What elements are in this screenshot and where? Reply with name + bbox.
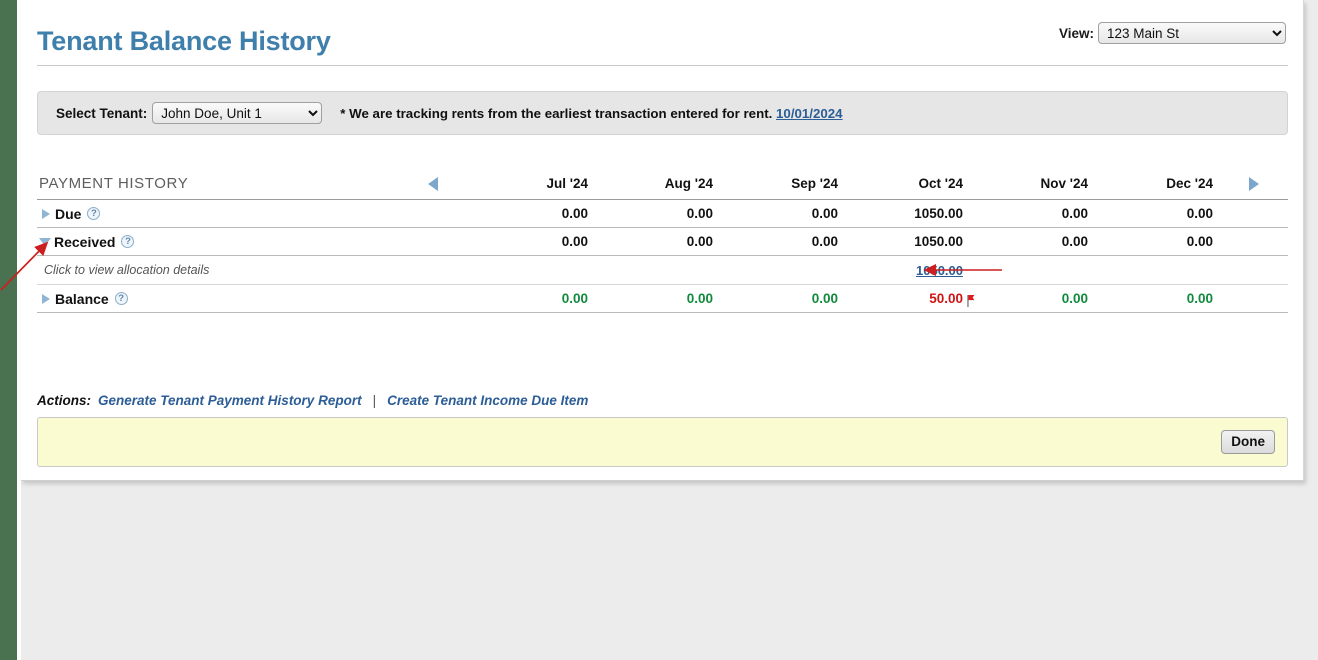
view-select[interactable]: 123 Main St bbox=[1098, 22, 1286, 44]
alloc-value-3: 1050.00 bbox=[844, 263, 969, 278]
table-row-balance: Balance ? 0.00 0.00 0.00 50.00 0.00 0.00 bbox=[37, 285, 1288, 313]
table-row-allocation: Click to view allocation details 1050.00 bbox=[37, 256, 1288, 285]
help-circle-icon[interactable]: ? bbox=[121, 235, 134, 248]
page-root: Tenant Balance History View: 123 Main St… bbox=[0, 0, 1318, 660]
due-amount-2: 0.00 bbox=[812, 206, 838, 221]
balance-value-3: 50.00 bbox=[844, 291, 969, 306]
due-value-3: 1050.00 bbox=[844, 206, 969, 221]
balance-amount-3: 50.00 bbox=[929, 291, 963, 306]
balance-value-0: 0.00 bbox=[469, 291, 594, 306]
table-header-row: PAYMENT HISTORY Jul '24 Aug '24 Sep '24 … bbox=[37, 168, 1288, 200]
balance-value-4: 0.00 bbox=[969, 291, 1094, 306]
tracking-start-date-link[interactable]: 10/01/2024 bbox=[776, 106, 843, 121]
prev-period-cell bbox=[397, 177, 469, 191]
due-value-4: 0.00 bbox=[969, 206, 1094, 221]
received-value-3: 1050.00 bbox=[844, 234, 969, 249]
received-amount-4: 0.00 bbox=[1062, 234, 1088, 249]
balance-label-cell[interactable]: Balance ? bbox=[37, 291, 397, 307]
tracking-note: * We are tracking rents from the earlies… bbox=[340, 106, 842, 121]
table-row-received: Received ? 0.00 0.00 0.00 1050.00 0.00 0… bbox=[37, 228, 1288, 256]
help-circle-icon[interactable]: ? bbox=[87, 207, 100, 220]
collapse-triangle-down-icon[interactable] bbox=[39, 238, 51, 246]
received-amount-5: 0.00 bbox=[1187, 234, 1213, 249]
month-header-3: Oct '24 bbox=[844, 176, 969, 191]
tenant-select[interactable]: John Doe, Unit 1 bbox=[152, 102, 322, 124]
select-tenant-label: Select Tenant: bbox=[56, 106, 147, 121]
due-value-5: 0.00 bbox=[1094, 206, 1219, 221]
due-amount-1: 0.00 bbox=[687, 206, 713, 221]
balance-amount-1: 0.00 bbox=[687, 291, 713, 306]
received-value-2: 0.00 bbox=[719, 234, 844, 249]
month-header-0: Jul '24 bbox=[469, 176, 594, 191]
due-amount-4: 0.00 bbox=[1062, 206, 1088, 221]
received-amount-3: 1050.00 bbox=[914, 234, 963, 249]
payment-history-table: PAYMENT HISTORY Jul '24 Aug '24 Sep '24 … bbox=[37, 168, 1288, 313]
month-header-1: Aug '24 bbox=[594, 176, 719, 191]
due-value-1: 0.00 bbox=[594, 206, 719, 221]
balance-value-5: 0.00 bbox=[1094, 291, 1219, 306]
payment-history-title: PAYMENT HISTORY bbox=[39, 175, 188, 192]
help-circle-icon[interactable]: ? bbox=[115, 292, 128, 305]
received-value-4: 0.00 bbox=[969, 234, 1094, 249]
expand-triangle-right-icon[interactable] bbox=[42, 294, 50, 304]
table-section-title-cell: PAYMENT HISTORY bbox=[37, 175, 397, 192]
content-card: Tenant Balance History View: 123 Main St… bbox=[21, 0, 1304, 481]
row-label-balance: Balance bbox=[55, 291, 109, 307]
received-label-cell[interactable]: Received ? bbox=[37, 234, 397, 250]
view-label: View: bbox=[1059, 26, 1094, 41]
row-label-due: Due bbox=[55, 206, 81, 222]
due-value-0: 0.00 bbox=[469, 206, 594, 221]
expand-triangle-right-icon[interactable] bbox=[42, 209, 50, 219]
tenant-filter-bar: Select Tenant: John Doe, Unit 1 * We are… bbox=[37, 91, 1288, 135]
generate-report-link[interactable]: Generate Tenant Payment History Report bbox=[98, 393, 362, 408]
create-income-due-item-link[interactable]: Create Tenant Income Due Item bbox=[387, 393, 588, 408]
month-header-4: Nov '24 bbox=[969, 176, 1094, 191]
allocation-link-3[interactable]: 1050.00 bbox=[916, 263, 963, 278]
received-amount-1: 0.00 bbox=[687, 234, 713, 249]
next-period-cell bbox=[1219, 177, 1288, 191]
triangle-left-icon[interactable] bbox=[428, 177, 438, 191]
balance-amount-5: 0.00 bbox=[1187, 291, 1213, 306]
received-value-1: 0.00 bbox=[594, 234, 719, 249]
due-amount-5: 0.00 bbox=[1187, 206, 1213, 221]
received-value-0: 0.00 bbox=[469, 234, 594, 249]
done-button[interactable]: Done bbox=[1221, 430, 1275, 454]
received-value-5: 0.00 bbox=[1094, 234, 1219, 249]
allocation-hint-cell: Click to view allocation details bbox=[37, 263, 397, 277]
balance-amount-0: 0.00 bbox=[562, 291, 588, 306]
balance-value-2: 0.00 bbox=[719, 291, 844, 306]
table-row-due: Due ? 0.00 0.00 0.00 1050.00 0.00 0.00 bbox=[37, 200, 1288, 228]
actions-label: Actions: bbox=[37, 393, 91, 408]
balance-amount-2: 0.00 bbox=[812, 291, 838, 306]
month-header-2: Sep '24 bbox=[719, 176, 844, 191]
due-amount-3: 1050.00 bbox=[914, 206, 963, 221]
title-divider bbox=[37, 65, 1288, 66]
month-header-5: Dec '24 bbox=[1094, 176, 1219, 191]
actions-bar: Actions: Generate Tenant Payment History… bbox=[37, 393, 588, 408]
view-selector-group: View: 123 Main St bbox=[1059, 22, 1286, 44]
due-amount-0: 0.00 bbox=[562, 206, 588, 221]
allocation-hint: Click to view allocation details bbox=[39, 263, 209, 277]
app-left-rail bbox=[0, 0, 17, 660]
row-label-received: Received bbox=[54, 234, 115, 250]
balance-amount-4: 0.00 bbox=[1062, 291, 1088, 306]
balance-value-1: 0.00 bbox=[594, 291, 719, 306]
due-value-2: 0.00 bbox=[719, 206, 844, 221]
footer-panel: Done bbox=[37, 417, 1288, 467]
triangle-right-icon[interactable] bbox=[1249, 177, 1259, 191]
red-flag-icon[interactable] bbox=[963, 294, 975, 308]
received-amount-0: 0.00 bbox=[562, 234, 588, 249]
page-title: Tenant Balance History bbox=[37, 26, 331, 57]
received-amount-2: 0.00 bbox=[812, 234, 838, 249]
due-label-cell[interactable]: Due ? bbox=[37, 206, 397, 222]
tracking-note-text: * We are tracking rents from the earlies… bbox=[340, 106, 772, 121]
actions-separator: | bbox=[373, 393, 377, 408]
